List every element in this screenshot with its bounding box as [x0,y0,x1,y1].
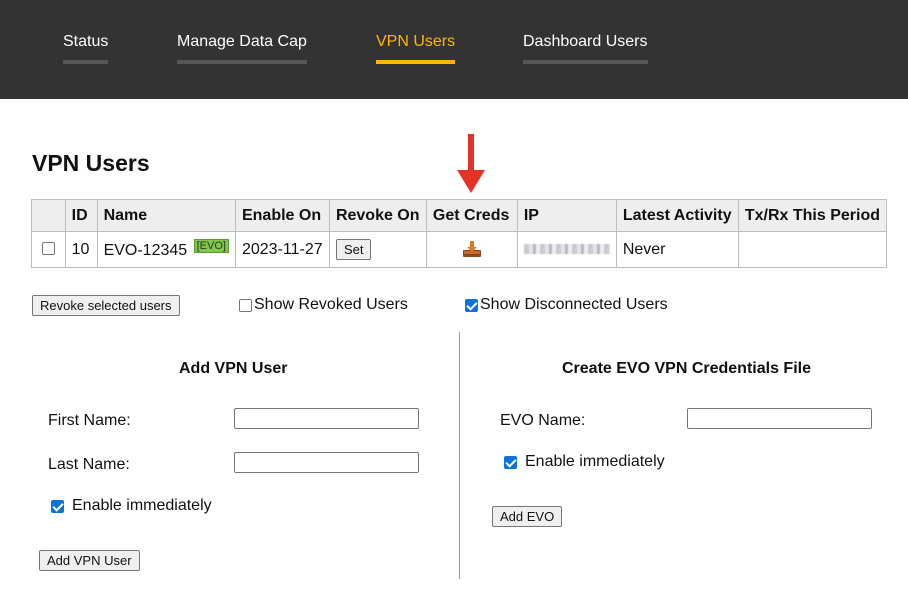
header-latest-activity: Latest Activity [615,199,739,232]
add-user-enable-option[interactable]: Enable immediately [51,497,212,515]
add-user-title: Add VPN User [179,360,288,377]
header-enable-on: Enable On [234,199,330,232]
evo-enable-checkbox[interactable] [504,455,517,469]
top-nav-bar: Status Manage Data Cap VPN Users Dashboa… [0,0,908,99]
set-revoke-button[interactable]: Set [335,239,372,260]
row-latest-activity: Never [615,231,739,268]
nav-status[interactable]: Status [63,33,109,64]
ip-redacted [523,244,610,255]
evo-title: Create EVO VPN Credentials File [562,360,811,377]
show-disconnected-checkbox[interactable] [465,298,478,312]
header-ip: IP [516,199,617,232]
evo-badge: [EVO] [193,239,229,253]
first-name-input[interactable] [234,408,419,429]
row-name: EVO-12345 [103,242,188,259]
show-disconnected-option[interactable]: Show Disconnected Users [465,296,668,314]
red-arrow-down-icon [457,134,485,193]
header-id: ID [64,199,98,232]
add-user-enable-checkbox[interactable] [51,499,64,513]
add-evo-button[interactable]: Add EVO [492,506,563,527]
page-title: VPN Users [32,150,150,176]
section-divider [459,332,460,579]
show-revoked-option[interactable]: Show Revoked Users [239,296,408,314]
evo-name-input[interactable] [687,408,872,429]
show-disconnected-label: Show Disconnected Users [480,296,668,313]
header-revoke-on: Revoke On [328,199,427,232]
evo-enable-option[interactable]: Enable immediately [504,453,665,471]
row-select-checkbox[interactable] [41,241,55,255]
nav-manage-data-cap[interactable]: Manage Data Cap [177,33,307,64]
vpn-users-table: ID Name Enable On Revoke On Get Creds IP… [31,199,888,268]
add-user-enable-label: Enable immediately [72,497,212,514]
header-select [31,199,66,232]
header-txrx: Tx/Rx This Period [737,199,888,232]
evo-enable-label: Enable immediately [525,453,665,470]
last-name-input[interactable] [234,452,419,473]
row-name-cell: EVO-12345 [EVO] [96,231,236,268]
row-select-cell [31,231,66,268]
nav-dashboard-users[interactable]: Dashboard Users [523,33,648,64]
row-txrx [737,231,888,268]
table-row: 10 EVO-12345 [EVO] 2023-11-27 Set Never [31,231,888,268]
evo-name-label: EVO Name: [500,412,586,429]
header-name: Name [96,199,236,232]
header-get-creds: Get Creds [425,199,518,232]
show-revoked-label: Show Revoked Users [254,296,408,313]
table-header-row: ID Name Enable On Revoke On Get Creds IP… [31,199,888,232]
add-vpn-user-button[interactable]: Add VPN User [39,550,140,571]
download-icon[interactable] [462,240,482,258]
first-name-label: First Name: [48,412,131,429]
row-enable-on: 2023-11-27 [234,231,330,268]
row-id: 10 [64,231,98,268]
nav-vpn-users[interactable]: VPN Users [376,33,456,64]
last-name-label: Last Name: [48,456,130,473]
row-revoke-on-cell: Set [328,231,427,268]
row-ip-cell [516,231,617,268]
table-controls: Revoke selected users Show Revoked Users… [0,294,908,318]
revoke-selected-button[interactable]: Revoke selected users [32,295,180,316]
row-get-creds-cell [425,231,518,268]
show-revoked-checkbox[interactable] [239,298,252,312]
